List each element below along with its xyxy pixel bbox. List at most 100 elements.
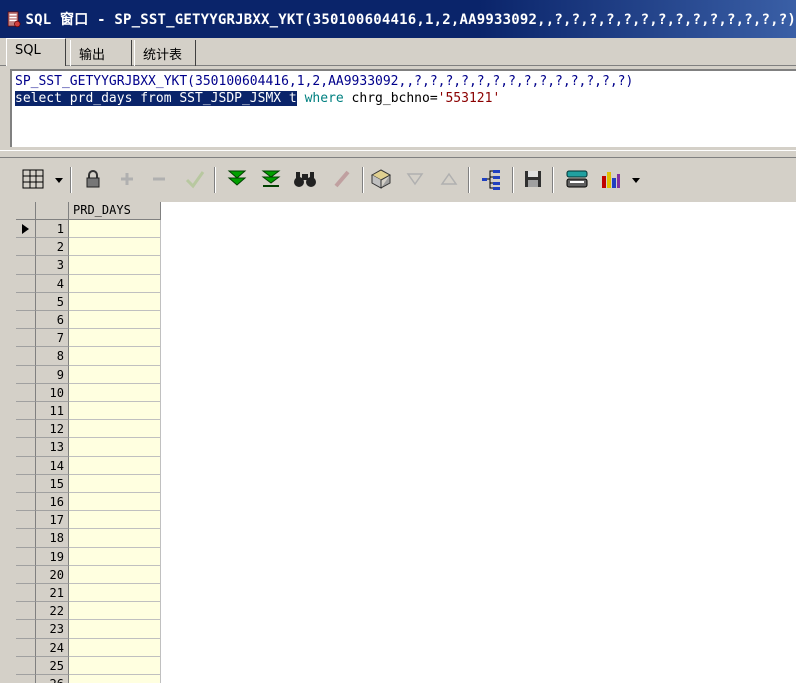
table-row[interactable]: 25 [16, 656, 161, 675]
table-row[interactable]: 16 [16, 493, 161, 512]
prd-days-cell[interactable] [69, 220, 161, 239]
post-changes-icon[interactable] [182, 166, 208, 192]
table-row[interactable]: 14 [16, 456, 161, 475]
save-icon[interactable] [520, 166, 546, 192]
table-row[interactable]: 18 [16, 529, 161, 548]
prd-days-cell[interactable] [69, 547, 161, 566]
tab-output[interactable]: 输出 [70, 40, 132, 66]
table-row[interactable]: 26 [16, 675, 161, 683]
result-grid[interactable]: PRD_DAYS 1 2 3 4 5 6 7 8 9 10 11 12 13 14 15 16 17 18 19 20… [16, 202, 796, 683]
prd-days-cell[interactable] [69, 402, 161, 421]
sort-icon[interactable] [436, 166, 462, 192]
prd-days-cell[interactable] [69, 383, 161, 402]
prd-days-cell[interactable] [69, 274, 161, 293]
lock-icon[interactable] [80, 166, 106, 192]
prd-days-cell[interactable] [69, 474, 161, 493]
prd-days-cell[interactable] [69, 602, 161, 621]
prd-days-cell[interactable] [69, 620, 161, 639]
grid-select-icon[interactable] [20, 166, 46, 192]
prd-days-cell[interactable] [69, 347, 161, 366]
prd-days-cell[interactable] [69, 511, 161, 530]
row-indicator[interactable] [16, 311, 36, 330]
prd-days-cell[interactable] [69, 292, 161, 311]
prd-days-cell[interactable] [69, 420, 161, 439]
table-row[interactable]: 23 [16, 620, 161, 639]
table-row[interactable]: 2 [16, 238, 161, 257]
row-indicator[interactable] [16, 456, 36, 475]
splitter[interactable] [0, 150, 796, 158]
table-row[interactable]: 15 [16, 474, 161, 493]
table-row[interactable]: 1 [16, 220, 161, 239]
column-header-prd-days[interactable]: PRD_DAYS [69, 202, 161, 220]
prd-days-cell[interactable] [69, 238, 161, 257]
table-row[interactable]: 6 [16, 311, 161, 330]
prd-days-cell[interactable] [69, 329, 161, 348]
row-indicator[interactable] [16, 638, 36, 657]
row-indicator[interactable] [16, 420, 36, 439]
find-icon[interactable] [292, 166, 318, 192]
table-row[interactable]: 7 [16, 329, 161, 348]
row-indicator[interactable] [16, 656, 36, 675]
row-indicator[interactable] [16, 383, 36, 402]
row-indicator[interactable] [16, 274, 36, 293]
row-indicator[interactable] [16, 220, 36, 239]
row-indicator[interactable] [16, 402, 36, 421]
clear-icon[interactable] [330, 166, 356, 192]
table-row[interactable]: 13 [16, 438, 161, 457]
row-indicator[interactable] [16, 584, 36, 603]
row-indicator[interactable] [16, 675, 36, 683]
chart-icon[interactable] [598, 166, 624, 192]
table-row[interactable]: 19 [16, 547, 161, 566]
table-row[interactable]: 3 [16, 256, 161, 275]
tab-sql[interactable]: SQL [6, 38, 66, 66]
prd-days-cell[interactable] [69, 365, 161, 384]
row-indicator[interactable] [16, 529, 36, 548]
row-indicator[interactable] [16, 438, 36, 457]
prd-days-cell[interactable] [69, 456, 161, 475]
prd-days-cell[interactable] [69, 493, 161, 512]
row-indicator[interactable] [16, 292, 36, 311]
table-row[interactable]: 17 [16, 511, 161, 530]
table-row[interactable]: 10 [16, 383, 161, 402]
table-row[interactable]: 4 [16, 274, 161, 293]
table-row[interactable]: 20 [16, 565, 161, 584]
prd-days-cell[interactable] [69, 311, 161, 330]
prd-days-cell[interactable] [69, 638, 161, 657]
row-indicator[interactable] [16, 238, 36, 257]
prd-days-cell[interactable] [69, 256, 161, 275]
tab-statistics[interactable]: 统计表 [134, 40, 196, 66]
table-row[interactable]: 5 [16, 292, 161, 311]
query-by-example-icon[interactable] [368, 166, 394, 192]
table-row[interactable]: 21 [16, 584, 161, 603]
sql-editor[interactable]: SP_SST_GETYYGRJBXX_YKT(350100604416,1,2,… [10, 69, 796, 147]
row-indicator[interactable] [16, 365, 36, 384]
chevron-down-icon[interactable] [632, 178, 640, 183]
prd-days-cell[interactable] [69, 656, 161, 675]
row-indicator[interactable] [16, 511, 36, 530]
fetch-last-page-icon[interactable] [258, 166, 284, 192]
row-indicator[interactable] [16, 474, 36, 493]
table-row[interactable]: 8 [16, 347, 161, 366]
table-row[interactable]: 12 [16, 420, 161, 439]
table-row[interactable]: 11 [16, 402, 161, 421]
prd-days-cell[interactable] [69, 565, 161, 584]
export-icon[interactable] [564, 166, 590, 192]
single-record-view-icon[interactable] [478, 166, 504, 192]
prd-days-cell[interactable] [69, 675, 161, 683]
grid-corner[interactable] [36, 202, 69, 220]
row-indicator[interactable] [16, 329, 36, 348]
prd-days-cell[interactable] [69, 438, 161, 457]
row-indicator[interactable] [16, 493, 36, 512]
row-indicator[interactable] [16, 620, 36, 639]
fetch-next-page-icon[interactable] [224, 166, 250, 192]
row-indicator[interactable] [16, 602, 36, 621]
prd-days-cell[interactable] [69, 584, 161, 603]
chevron-down-icon[interactable] [55, 178, 63, 183]
row-indicator[interactable] [16, 547, 36, 566]
row-indicator[interactable] [16, 256, 36, 275]
row-indicator[interactable] [16, 565, 36, 584]
table-row[interactable]: 24 [16, 638, 161, 657]
delete-record-icon[interactable] [146, 166, 172, 192]
row-indicator[interactable] [16, 347, 36, 366]
filter-icon[interactable] [402, 166, 428, 192]
